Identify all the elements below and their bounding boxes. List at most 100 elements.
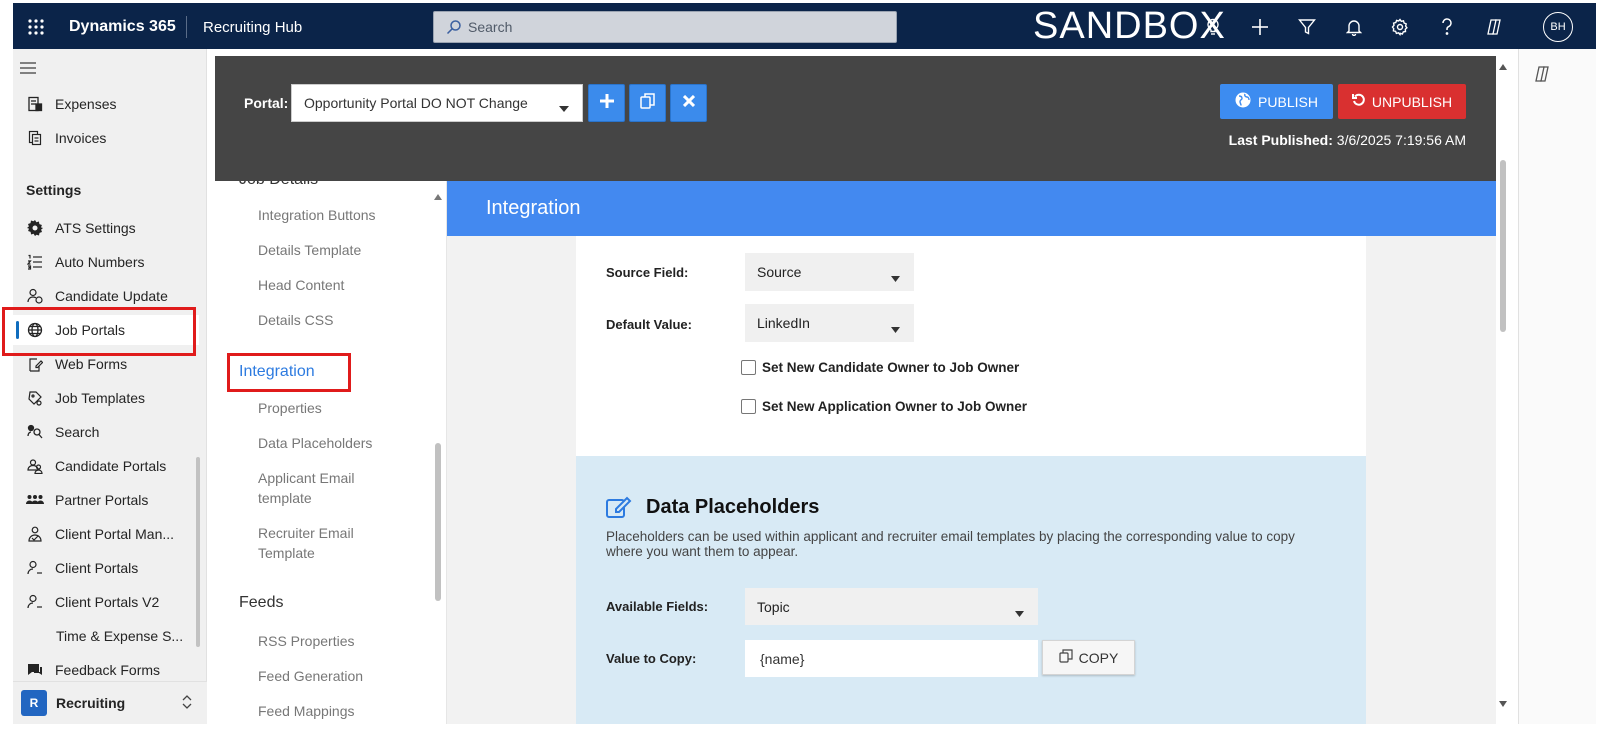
bell-icon[interactable] — [1341, 14, 1367, 40]
person-icon — [25, 594, 45, 610]
invoices-icon — [25, 130, 45, 146]
gear-icon — [25, 220, 45, 236]
scroll-up-arrow-icon[interactable] — [434, 187, 442, 205]
plus-icon[interactable] — [1247, 14, 1273, 40]
filter-icon[interactable] — [1294, 14, 1320, 40]
main-content: Portal: Opportunity Portal DO NOT Change… — [215, 56, 1496, 724]
nav-link-feed-generation[interactable]: Feed Generation — [258, 666, 363, 686]
undo-icon — [1351, 93, 1366, 110]
hamburger-menu-icon[interactable] — [20, 61, 42, 81]
copilot-icon[interactable] — [1533, 65, 1551, 88]
value-to-copy-field[interactable]: {name} — [745, 640, 1038, 677]
form-icon — [25, 356, 45, 372]
portal-select-value: Opportunity Portal DO NOT Change — [304, 95, 528, 111]
page-scrollbar[interactable] — [1496, 56, 1510, 724]
nav-item-auto-numbers[interactable]: Auto Numbers — [13, 247, 199, 277]
plus-icon — [599, 93, 614, 113]
last-published: Last Published: 3/6/2025 7:19:56 AM — [1229, 132, 1466, 148]
available-fields-value: Topic — [757, 598, 790, 615]
nav-item-partner-portals[interactable]: Partner Portals — [13, 485, 199, 515]
nav-item-label: Client Portals V2 — [55, 594, 160, 610]
scroll-down-arrow-icon — [1499, 701, 1507, 707]
top-bar: Dynamics 365 Recruiting Hub Search SANDB… — [13, 3, 1596, 49]
settings-icon[interactable] — [1387, 14, 1413, 40]
nav-item-ats-settings[interactable]: ATS Settings — [13, 213, 199, 243]
last-published-label: Last Published: — [1228, 132, 1333, 148]
available-fields-select[interactable]: Topic — [745, 588, 1038, 625]
nav-link-head-content[interactable]: Head Content — [258, 275, 344, 295]
unpublish-button[interactable]: UNPUBLISH — [1338, 84, 1466, 119]
nav-item-job-templates[interactable]: Job Templates — [13, 383, 199, 413]
application-owner-checkbox[interactable] — [741, 399, 756, 414]
hub-name[interactable]: Recruiting Hub — [203, 19, 302, 36]
candidate-owner-label: Set New Candidate Owner to Job Owner — [762, 360, 1020, 375]
application-owner-option[interactable]: Set New Application Owner to Job Owner — [741, 399, 1027, 414]
caret-down-icon — [891, 269, 900, 285]
nav-link-data-placeholders[interactable]: Data Placeholders — [258, 433, 372, 453]
nav-item-label: Job Portals — [55, 322, 126, 338]
divider — [186, 16, 187, 38]
search-people-icon — [25, 424, 45, 440]
nav-item-client-portal-management[interactable]: Client Portal Man... — [13, 519, 199, 549]
nav-item-label: Client Portal Man... — [55, 526, 175, 542]
nav-item-candidate-portals[interactable]: Candidate Portals — [13, 451, 199, 481]
nav-item-label: Client Portals — [55, 560, 139, 576]
nav-link-details-css[interactable]: Details CSS — [258, 310, 333, 330]
nav-link-integration-buttons[interactable]: Integration Buttons — [258, 205, 376, 225]
app-name[interactable]: Dynamics 365 — [69, 18, 176, 36]
nav-item-invoices[interactable]: Invoices — [13, 123, 199, 153]
nav-link-details-template[interactable]: Details Template — [258, 240, 361, 260]
portal-settings-nav: Job Details Integration Buttons Details … — [215, 181, 447, 724]
value-to-copy-label: Value to Copy: — [606, 651, 697, 666]
nav-item-search[interactable]: Search — [13, 417, 199, 447]
delete-portal-button[interactable] — [670, 84, 707, 122]
lightbulb-icon[interactable] — [1200, 14, 1226, 40]
publish-button[interactable]: PUBLISH — [1220, 84, 1333, 119]
nav-item-job-portals[interactable]: Job Portals — [13, 315, 199, 345]
app-launcher-icon[interactable] — [23, 14, 49, 40]
nav-item-label: Candidate Update — [55, 288, 168, 304]
copy-button[interactable]: COPY — [1042, 640, 1135, 675]
nav-item-candidate-update[interactable]: Candidate Update — [13, 281, 199, 311]
default-value-value: LinkedIn — [757, 315, 810, 331]
caret-down-icon — [891, 320, 900, 336]
nav-item-label: Auto Numbers — [55, 254, 145, 270]
candidate-owner-option[interactable]: Set New Candidate Owner to Job Owner — [741, 360, 1019, 375]
candidate-owner-checkbox[interactable] — [741, 360, 756, 375]
nav-link-properties[interactable]: Properties — [258, 398, 322, 418]
nav-item-client-portals[interactable]: Client Portals — [13, 553, 199, 583]
nav-item-web-forms[interactable]: Web Forms — [13, 349, 199, 379]
nav-heading-job-details[interactable]: Job Details — [239, 181, 318, 189]
nav-item-time-expense-settings[interactable]: Time & Expense S... — [13, 621, 199, 651]
page-scroll-thumb[interactable] — [1500, 160, 1506, 332]
nav-link-integration[interactable]: Integration — [239, 362, 315, 382]
add-portal-button[interactable] — [588, 84, 625, 122]
nav-link-rss-properties[interactable]: RSS Properties — [258, 631, 354, 651]
nav-item-label: Search — [55, 424, 100, 440]
copilot-icon[interactable] — [1481, 14, 1507, 40]
publish-label: PUBLISH — [1258, 93, 1318, 110]
scroll-up-arrow-icon — [1499, 64, 1507, 70]
nav-heading-feeds[interactable]: Feeds — [239, 594, 283, 612]
portal-select[interactable]: Opportunity Portal DO NOT Change — [291, 84, 583, 122]
help-icon[interactable] — [1434, 14, 1460, 40]
nav-link-applicant-email-template[interactable]: Applicant Email template — [258, 468, 383, 508]
area-switcher[interactable]: R Recruiting — [13, 681, 207, 724]
search-box[interactable]: Search — [433, 11, 897, 43]
unpublish-label: UNPUBLISH — [1371, 93, 1453, 110]
leftnav-scrollbar[interactable] — [196, 457, 200, 647]
inner-nav-scrollbar[interactable] — [435, 443, 441, 601]
nav-link-feed-mappings[interactable]: Feed Mappings — [258, 701, 355, 721]
copy-portal-button[interactable] — [629, 84, 666, 122]
source-field-select[interactable]: Source — [745, 253, 914, 291]
default-value-label: Default Value: — [606, 317, 692, 332]
nav-link-recruiter-email-template[interactable]: Recruiter Email Template — [258, 523, 383, 563]
default-value-select[interactable]: LinkedIn — [745, 304, 914, 342]
copy-label: COPY — [1078, 649, 1119, 666]
area-badge: R — [21, 690, 47, 716]
nav-item-expenses[interactable]: Expenses — [13, 89, 199, 119]
nav-item-client-portals-v2[interactable]: Client Portals V2 — [13, 587, 199, 617]
avatar[interactable]: BH — [1543, 12, 1573, 42]
portal-label: Portal: — [244, 95, 289, 111]
environment-label: SANDBOX — [1033, 5, 1226, 47]
